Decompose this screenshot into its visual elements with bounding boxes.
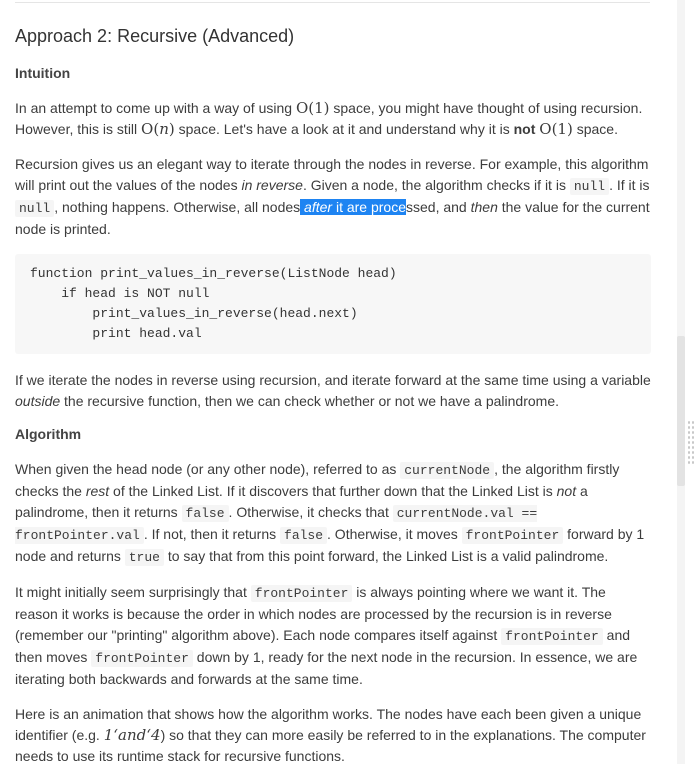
intuition-paragraph-1: In an attempt to come up with a way of u… [15, 99, 643, 138]
inline-code: frontPointer [461, 527, 564, 544]
code-block: function print_values_in_reverse(ListNod… [15, 254, 651, 354]
algorithm-paragraph-2: It might initially seem surprisingly tha… [15, 584, 638, 687]
code-line: function print_values_in_reverse(ListNod… [30, 266, 397, 281]
algorithm-paragraph-3: Here is an animation that shows how the … [15, 706, 646, 764]
code-line: print head.val [30, 326, 202, 341]
intuition-heading: Intuition [15, 65, 71, 81]
algorithm-paragraph-1: When given the head node (or any other n… [15, 461, 645, 566]
inline-code: frontPointer [91, 650, 193, 667]
top-divider [15, 2, 650, 3]
intuition-paragraph-2: Recursion gives us an elegant way to ite… [15, 156, 650, 237]
code-line: print_values_in_reverse(head.next) [30, 306, 358, 321]
inline-code: false [181, 505, 229, 522]
inline-code: frontPointer [250, 585, 353, 602]
inline-code: null [569, 178, 610, 195]
text-selection[interactable]: after it are proce [300, 199, 406, 215]
inline-code: null [15, 200, 55, 217]
math-o-1: O(1) [539, 120, 573, 138]
intuition-paragraph-3: If we iterate the nodes in reverse using… [15, 372, 651, 409]
algorithm-heading: Algorithm [15, 426, 82, 442]
inline-code: frontPointer [501, 628, 603, 645]
inline-code: false [280, 527, 328, 544]
panel-resize-handle[interactable] [687, 420, 695, 464]
inline-code: true [124, 549, 164, 566]
article-content: Approach 2: Recursive (Advanced) Intuiti… [15, 22, 651, 781]
section-title: Approach 2: Recursive (Advanced) [15, 26, 295, 46]
inline-code: currentNode [400, 462, 495, 479]
math-o-n: O(n) [141, 120, 175, 138]
math-inline: 1‘and‘4 [103, 726, 161, 744]
scrollbar-thumb[interactable] [677, 336, 685, 486]
code-line: if head is NOT null [30, 286, 210, 301]
math-o-1: O(1) [295, 99, 330, 117]
